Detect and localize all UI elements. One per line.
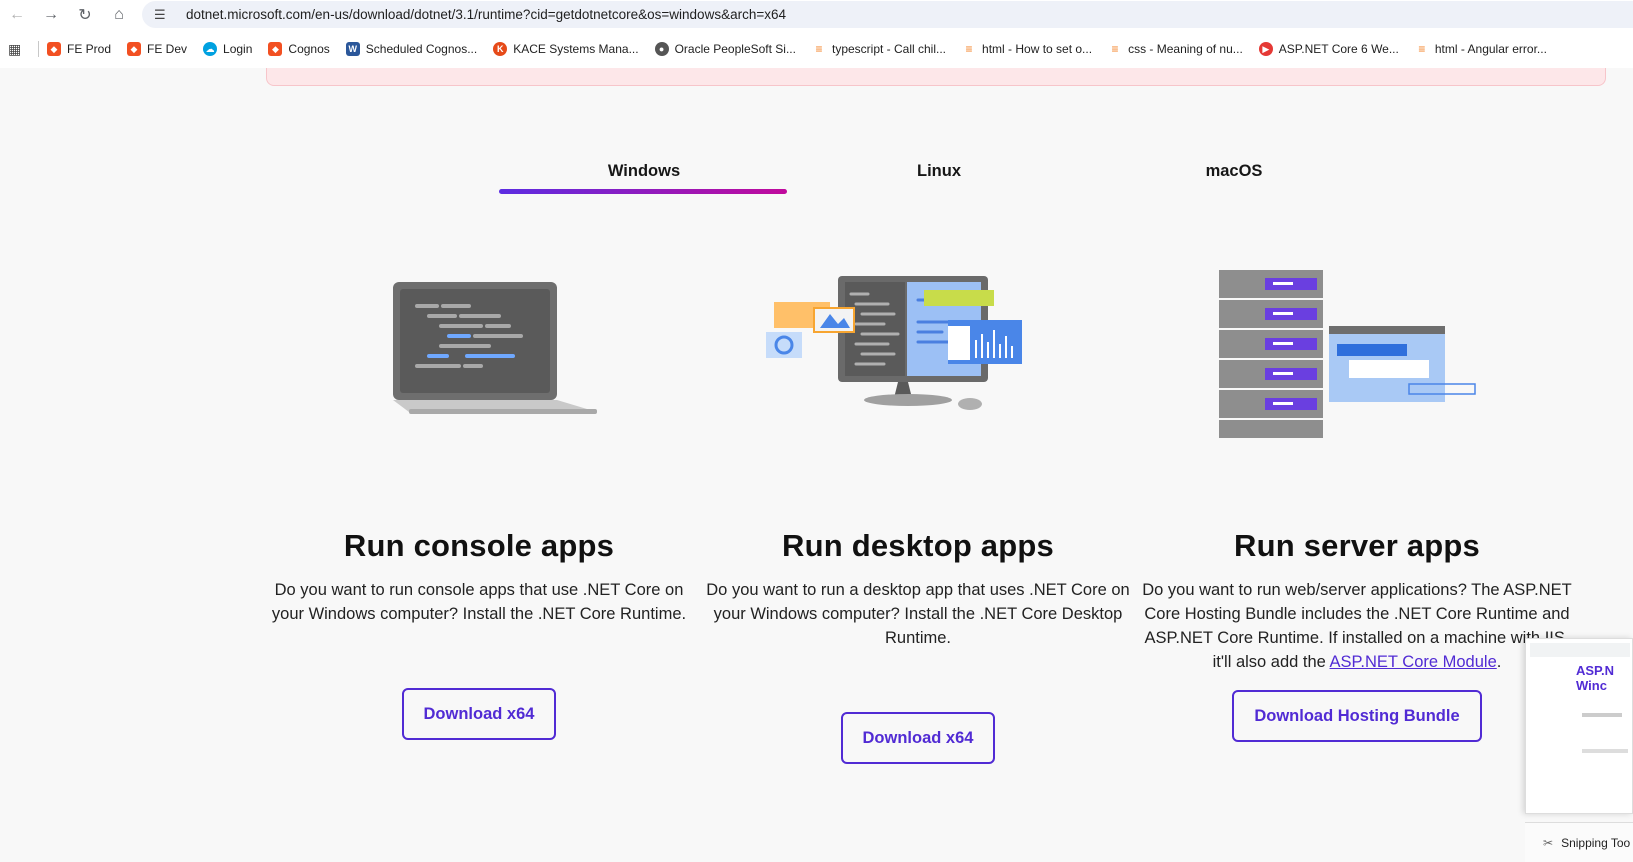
console-apps-card: Run console apps Do you want to run cons…: [259, 270, 699, 740]
desktop-apps-title: Run desktop apps: [782, 528, 1054, 563]
tab-windows[interactable]: Windows: [499, 162, 789, 181]
site-info-icon[interactable]: ☰: [154, 7, 172, 23]
bookmark-item[interactable]: ≡ html - How to set o...: [962, 42, 1093, 56]
bookmark-label: css - Meaning of nu...: [1128, 42, 1243, 56]
stackoverflow-icon: ≡: [815, 42, 823, 56]
bookmarks-divider: [38, 41, 39, 57]
desktop-apps-description: Do you want to run a desktop app that us…: [706, 581, 1130, 647]
bookmark-label: Login: [223, 42, 253, 56]
snipping-tool-preview[interactable]: ASP.N Winc: [1525, 638, 1633, 814]
bookmark-label: FE Prod: [67, 42, 112, 56]
bookmark-item[interactable]: ● Oracle PeopleSoft Si...: [654, 42, 796, 56]
apps-grid-icon[interactable]: ▦: [8, 41, 34, 58]
download-x64-desktop-button[interactable]: Download x64: [840, 712, 996, 764]
tab-macos[interactable]: macOS: [1089, 162, 1379, 181]
bookmark-label: html - Angular error...: [1434, 42, 1547, 56]
aspnet-core-module-link[interactable]: ASP.NET Core Module: [1330, 653, 1497, 671]
alert-banner: [266, 68, 1606, 86]
home-icon[interactable]: ⌂: [102, 1, 136, 29]
bookmark-label: FE Dev: [147, 42, 188, 56]
bookmark-item[interactable]: ≡ typescript - Call chil...: [812, 42, 946, 56]
active-tab-indicator: [499, 189, 787, 194]
snipping-tool-label: Snipping Too: [1561, 835, 1631, 850]
bookmark-label: ASP.NET Core 6 We...: [1278, 42, 1399, 56]
server-rack-illustration: [1137, 270, 1577, 440]
bookmark-item[interactable]: ◆ Cognos: [268, 42, 330, 56]
bookmark-label: html - How to set o...: [982, 42, 1093, 56]
forward-icon[interactable]: →: [34, 1, 68, 29]
tab-linux[interactable]: Linux: [794, 162, 1084, 181]
server-apps-title: Run server apps: [1234, 528, 1480, 563]
download-hosting-bundle-button[interactable]: Download Hosting Bundle: [1232, 690, 1482, 742]
bookmark-item[interactable]: W Scheduled Cognos...: [345, 42, 478, 56]
os-tabs: Windows Linux macOS: [499, 156, 1379, 196]
address-bar[interactable]: ☰ dotnet.microsoft.com/en-us/download/do…: [142, 1, 1633, 28]
back-icon[interactable]: ←: [0, 1, 34, 29]
bookmark-label: Oracle PeopleSoft Si...: [674, 42, 796, 56]
url-text[interactable]: dotnet.microsoft.com/en-us/download/dotn…: [186, 7, 786, 22]
bookmark-label: KACE Systems Mana...: [513, 42, 639, 56]
desktop-monitor-illustration: [698, 270, 1138, 440]
word-icon: W: [345, 42, 360, 56]
bookmark-favicon-icon: ◆: [127, 42, 142, 56]
snip-preview-line: [1582, 713, 1622, 717]
console-apps-title: Run console apps: [343, 528, 615, 563]
bookmark-label: Cognos: [288, 42, 330, 56]
bookmark-label: Scheduled Cognos...: [365, 42, 478, 56]
snip-preview-text: ASP.N Winc: [1576, 663, 1615, 693]
server-apps-description-end: .: [1496, 653, 1502, 671]
snip-preview-line: [1582, 749, 1628, 753]
bookmark-favicon-icon: ◆: [268, 42, 283, 56]
server-apps-description: Do you want to run web/server applicatio…: [1137, 578, 1577, 674]
reload-icon[interactable]: ↻: [68, 1, 102, 29]
bookmark-favicon-icon: ◆: [47, 42, 61, 56]
bookmark-label: typescript - Call chil...: [831, 42, 947, 56]
laptop-illustration: [259, 270, 699, 440]
bookmark-item[interactable]: ≡ html - Angular error...: [1415, 42, 1547, 56]
stackoverflow-icon: ≡: [965, 42, 973, 56]
server-apps-card: Run server apps Do you want to run web/s…: [1137, 270, 1577, 742]
console-apps-description: Do you want to run console apps that use…: [271, 581, 687, 623]
globe-icon: ●: [654, 42, 669, 56]
bookmark-item[interactable]: ▶ ASP.NET Core 6 We...: [1258, 42, 1399, 56]
bookmarks-bar: ▦ ◆ FE Prod ◆ FE Dev ☁ Login ◆ Cognos W Sched…: [0, 36, 1633, 62]
bookmark-item[interactable]: K KACE Systems Mana...: [493, 42, 639, 56]
browser-chrome: ← → ↻ ⌂ ☰ dotnet.microsoft.com/en-us/dow…: [0, 0, 1633, 68]
bookmark-item[interactable]: ☁ Login: [203, 42, 252, 56]
bookmark-item[interactable]: ◆ FE Prod: [47, 42, 111, 56]
video-play-icon: ▶: [1258, 42, 1273, 56]
kace-icon: K: [493, 42, 508, 56]
download-x64-console-button[interactable]: Download x64: [401, 688, 557, 740]
bookmark-item[interactable]: ≡ css - Meaning of nu...: [1108, 42, 1243, 56]
salesforce-cloud-icon: ☁: [203, 42, 218, 56]
desktop-apps-card: Run desktop apps Do you want to run a de…: [698, 270, 1138, 764]
bookmark-item[interactable]: ◆ FE Dev: [127, 42, 187, 56]
snipping-tool-label-bar[interactable]: ✂ Snipping Too: [1525, 822, 1633, 862]
scissors-icon: ✂: [1543, 835, 1554, 850]
stackoverflow-icon: ≡: [1111, 42, 1119, 56]
stackoverflow-icon: ≡: [1418, 42, 1426, 56]
snip-preview-chrome: [1530, 643, 1630, 657]
